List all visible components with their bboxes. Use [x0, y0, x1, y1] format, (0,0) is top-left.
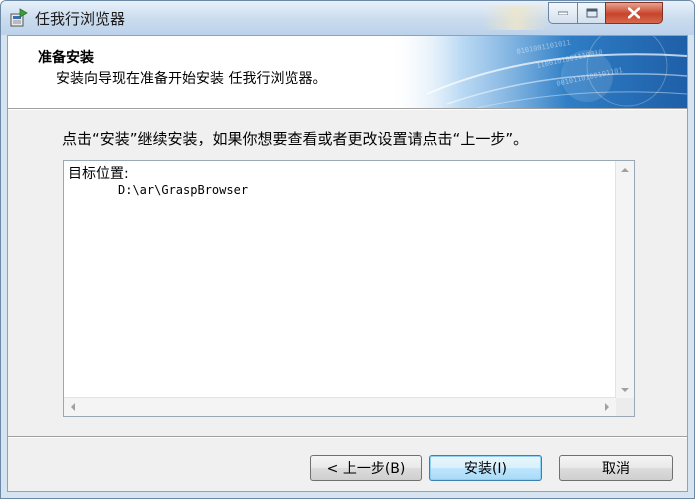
installer-window: 任我行浏览器 0101001101011 1100101001110010 00…	[0, 0, 695, 499]
horizontal-scrollbar[interactable]	[64, 397, 616, 416]
header-banner-image: 0101001101011 1100101001110010 001011010…	[387, 36, 687, 108]
close-icon	[628, 7, 640, 19]
header-divider	[8, 108, 687, 110]
scroll-left-icon[interactable]	[71, 403, 75, 411]
scroll-up-icon[interactable]	[621, 168, 629, 172]
page-title: 准备安装	[38, 50, 94, 66]
titlebar-reflection	[481, 6, 551, 30]
destination-path: D:\ar\GraspBrowser	[118, 183, 249, 197]
destination-label: 目标位置:	[68, 166, 129, 182]
title-bar[interactable]: 任我行浏览器	[1, 1, 694, 35]
scroll-down-icon[interactable]	[621, 388, 629, 392]
minimize-button[interactable]	[548, 2, 578, 24]
page-subtitle: 安装向导现在准备开始安装 任我行浏览器。	[56, 71, 327, 87]
wizard-client-area: 0101001101011 1100101001110010 001011010…	[7, 35, 688, 492]
footer-divider	[8, 436, 687, 438]
back-button[interactable]: < 上一步(B)	[310, 455, 422, 481]
maximize-button[interactable]	[577, 2, 606, 24]
wizard-header: 0101001101011 1100101001110010 001011010…	[8, 36, 687, 108]
close-button[interactable]	[605, 2, 663, 24]
settings-summary-memo[interactable]: 目标位置: D:\ar\GraspBrowser	[63, 160, 635, 417]
window-title: 任我行浏览器	[35, 10, 126, 28]
scrollbar-corner	[616, 398, 634, 416]
maximize-icon	[586, 8, 597, 18]
installer-app-icon	[9, 8, 29, 28]
install-button[interactable]: 安装(I)	[429, 455, 542, 481]
scroll-right-icon[interactable]	[605, 403, 609, 411]
cancel-button[interactable]: 取消	[559, 455, 673, 481]
minimize-icon	[558, 11, 568, 15]
vertical-scrollbar[interactable]	[615, 161, 634, 399]
instruction-text: 点击“安装”继续安装，如果你想要查看或者更改设置请点击“上一步”。	[62, 130, 529, 148]
